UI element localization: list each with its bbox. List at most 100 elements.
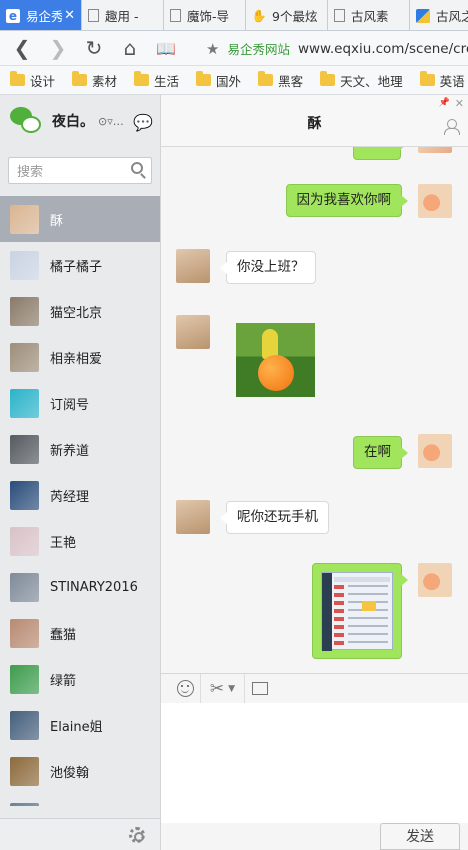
chevron-down-icon[interactable]: ▼ — [228, 684, 235, 694]
bookmark-folder[interactable]: 国外 — [196, 71, 241, 90]
bookmark-folder[interactable]: 天文、地理 — [320, 71, 403, 90]
contact-item[interactable]: 酥 — [0, 196, 160, 242]
send-button[interactable]: 发送 — [380, 823, 460, 850]
message-input[interactable] — [161, 703, 468, 823]
forward-icon[interactable]: ❯ — [40, 31, 76, 66]
message-bubble[interactable]: 你没上班？ — [220, 251, 316, 284]
contact-item[interactable]: STINARY2016 — [0, 564, 160, 610]
contact-item[interactable]: 橘子橘子 — [0, 242, 160, 288]
message-bubble[interactable]: 呢你还玩手机 — [220, 501, 329, 534]
bookmark-folder[interactable]: 黑客 — [258, 71, 303, 90]
page-icon — [334, 9, 345, 22]
contact-item[interactable]: 2014学生会 — [0, 794, 160, 806]
contact-name: 猫空北京 — [50, 305, 103, 321]
bookmark-folder[interactable]: 生活 — [134, 71, 179, 90]
orange-ball — [258, 355, 294, 391]
tab-gufeng[interactable]: 古风素 — [328, 0, 410, 30]
file-button[interactable] — [245, 674, 275, 704]
contact-item[interactable]: 相亲相爱 — [0, 334, 160, 380]
chat-header: 酥 📌 ✕ — [161, 95, 468, 147]
search-icon[interactable] — [131, 162, 143, 174]
eqxiu-icon: e — [6, 8, 20, 23]
contact-item[interactable]: 王艳 — [0, 518, 160, 564]
browser-toolbar: ❮ ❯ ↻ ⌂ 📖 ★ 易企秀网站 www.eqxiu.com/scene/cr… — [0, 31, 468, 66]
site-name: 易企秀网站 — [227, 42, 290, 57]
screenshot-button[interactable]: ✂ ▼ — [201, 673, 245, 704]
image-message[interactable] — [312, 563, 408, 659]
folder-icon — [196, 71, 212, 86]
page-icon — [170, 9, 181, 22]
composer-toolbar: ✂ ▼ — [161, 673, 468, 704]
contact-list: 酥橘子橘子猫空北京相亲相爱订阅号新养道 芮经理 王艳 STINARY2016 蠢猫绿箭 E… — [0, 196, 160, 806]
avatar — [10, 388, 39, 418]
address-bar[interactable]: ★ 易企秀网站 www.eqxiu.com/scene/crea — [206, 31, 468, 66]
contact-item[interactable]: 池俊翰 — [0, 748, 160, 794]
folder-icon — [72, 71, 88, 86]
message-bubble[interactable]: 在啊 — [353, 436, 408, 469]
folder-icon — [258, 71, 274, 86]
user-name[interactable]: 夜白。 — [52, 111, 94, 131]
avatar — [10, 802, 39, 806]
tab-gufeng2[interactable]: 古风之 — [410, 0, 468, 30]
hand-icon: ✋ — [251, 8, 267, 23]
user-status[interactable]: ⊙▿… — [98, 115, 124, 128]
close-tab-icon[interactable]: ✕ — [64, 8, 75, 23]
wechat-logo-icon — [10, 107, 42, 135]
contact-avatar — [176, 249, 210, 283]
contact-item[interactable]: 新养道 — [0, 426, 160, 472]
image-message[interactable] — [236, 323, 315, 397]
colorful-icon — [416, 8, 430, 23]
contact-name: 相亲相爱 — [50, 351, 103, 367]
bookmark-folder[interactable]: 设计 — [10, 71, 55, 90]
tab-eqxiu[interactable]: e 易企秀 ✕ — [0, 0, 82, 30]
reader-icon[interactable]: 📖 — [148, 31, 184, 66]
pin-icon[interactable]: 📌 — [439, 98, 450, 108]
contact-item[interactable]: 订阅号 — [0, 380, 160, 426]
avatar — [10, 296, 39, 326]
contact-item[interactable]: 绿箭 — [0, 656, 160, 702]
browser-tab-bar: e 易企秀 ✕ 趣用 - 魔饰-导 ✋ 9个最炫 古风素 古风之 — [0, 0, 468, 31]
tab-quyong[interactable]: 趣用 - — [82, 0, 164, 30]
contact-name: 橘子橘子 — [50, 259, 103, 275]
url-text[interactable]: www.eqxiu.com/scene/crea — [298, 41, 468, 57]
bookmark-folder[interactable]: 英语 — [419, 71, 465, 90]
contact-item[interactable]: 猫空北京 — [0, 288, 160, 334]
avatar — [10, 710, 39, 740]
close-icon[interactable]: ✕ — [455, 97, 464, 110]
search-input[interactable]: 搜索 — [8, 157, 152, 184]
refresh-icon[interactable]: ↻ — [76, 31, 112, 66]
my-avatar — [418, 184, 452, 218]
contact-name: 蠢猫 — [50, 627, 77, 643]
contact-item[interactable]: Elaine姐 — [0, 702, 160, 748]
back-icon[interactable]: ❮ — [4, 31, 40, 66]
tab-moshi[interactable]: 魔饰-导 — [164, 0, 246, 30]
folder-icon — [320, 71, 336, 86]
folder-icon — [252, 682, 268, 695]
wechat-sidebar: 夜白。 ⊙▿… 💬 搜索 酥橘子橘子猫空北京相亲相爱订阅号新养道 芮经理 王艳 STI… — [0, 95, 161, 850]
avatar — [10, 572, 39, 602]
screenshot-thumbnail — [321, 572, 393, 651]
star-icon[interactable]: ★ — [206, 40, 219, 58]
bookmark-folder[interactable]: 素材 — [72, 71, 117, 90]
chat-title: 酥 — [307, 116, 322, 132]
avatar — [10, 434, 39, 464]
message-bubble-partial[interactable] — [353, 147, 407, 160]
folder-icon — [10, 71, 25, 86]
contact-avatar — [176, 500, 210, 534]
avatar — [10, 756, 39, 786]
contact-item[interactable]: 蠢猫 — [0, 610, 160, 656]
home-icon[interactable]: ⌂ — [112, 31, 148, 66]
contact-name: 订阅号 — [50, 397, 90, 413]
tab-9ge[interactable]: ✋ 9个最炫 — [246, 0, 328, 30]
contact-item[interactable]: 芮经理 — [0, 472, 160, 518]
contact-name: 绿箭 — [50, 673, 77, 689]
contact-avatar — [176, 315, 210, 349]
message-bubble[interactable]: 因为我喜欢你啊 — [285, 184, 408, 217]
avatar — [10, 618, 39, 648]
gear-icon[interactable] — [129, 827, 145, 843]
emoji-button[interactable] — [171, 673, 201, 704]
scissors-icon: ✂ — [209, 678, 225, 699]
add-chat-icon[interactable]: 💬 — [133, 113, 153, 132]
person-icon[interactable] — [444, 119, 460, 135]
folder-icon — [134, 71, 150, 86]
